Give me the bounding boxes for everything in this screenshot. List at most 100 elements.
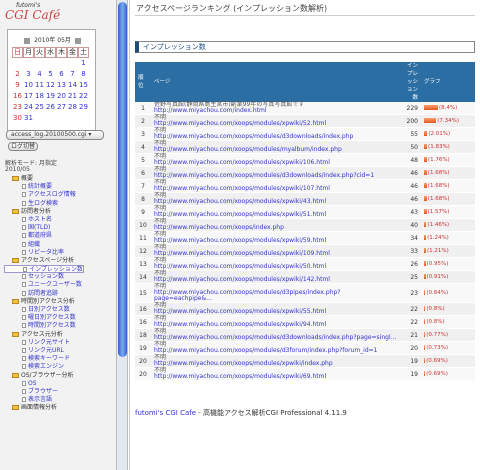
calendar-day[interactable]: 9: [12, 80, 23, 91]
calendar-day[interactable]: 6: [56, 69, 67, 80]
page-url-link[interactable]: http://www.miyachou.com/xoops/modules/xp…: [154, 251, 398, 257]
page-url-link[interactable]: http://www.miyachou.com/xoops/modules/xp…: [154, 238, 398, 244]
nav-item[interactable]: ホスト名: [4, 216, 114, 224]
page-url-link[interactable]: http://www.miyachou.com/xoops/modules/xp…: [154, 322, 398, 328]
nav-item[interactable]: ユニークユーザー数: [4, 281, 114, 289]
page-url-link[interactable]: http://www.miyachou.com/xoops/modules/d3…: [154, 173, 398, 179]
calendar-day[interactable]: 16: [12, 91, 23, 102]
calendar-day[interactable]: 26: [45, 102, 56, 113]
calendar-day[interactable]: 2: [12, 69, 23, 80]
count-cell: 20: [401, 341, 421, 355]
nav-item[interactable]: 日別アクセス数: [4, 306, 114, 314]
sidebar-scrollbar[interactable]: [116, 0, 128, 470]
calendar-day[interactable]: 30: [12, 113, 23, 124]
footer-link[interactable]: futomi's CGI Cafe: [135, 409, 196, 417]
nav-label: 表示言語: [28, 396, 53, 404]
calendar-day[interactable]: 24: [23, 102, 34, 113]
page-url-link[interactable]: http://www.miyachou.com/xoops/modules/xp…: [154, 212, 398, 218]
nav-item[interactable]: OS: [4, 380, 114, 388]
log-file-select[interactable]: access_log.20100500.cgi ▾: [6, 130, 104, 140]
page-url-link[interactable]: http://www.miyachou.com/xoops/modules/xp…: [154, 160, 398, 166]
rank-cell: 6: [135, 166, 151, 180]
nav-item[interactable]: 組織: [4, 241, 114, 249]
page-url-link[interactable]: http://www.miyachou.com/xoops/modules/xp…: [154, 374, 398, 380]
weekday-label: 火: [34, 47, 45, 58]
col-page: ページ: [151, 62, 401, 102]
page-cell: 佐野写真館(静岡県島主宮市)創業99年の写真写真館です http://www.mi…: [151, 102, 401, 115]
log-switch-button[interactable]: ログ切替: [8, 142, 38, 151]
calendar-day[interactable]: 19: [45, 91, 56, 102]
calendar-day[interactable]: 23: [12, 102, 23, 113]
nav-group: 概要: [4, 175, 114, 183]
calendar-day[interactable]: 14: [67, 80, 78, 91]
calendar-day[interactable]: 29: [78, 102, 89, 113]
calendar-day[interactable]: 12: [45, 80, 56, 91]
nav-label: OS: [28, 379, 37, 387]
page-url-link[interactable]: http://www.miyachou.com/xoops/modules/xp…: [154, 121, 398, 127]
calendar-day[interactable]: 25: [34, 102, 45, 113]
calendar-day[interactable]: 1: [78, 58, 89, 69]
calendar-day[interactable]: 17: [23, 91, 34, 102]
calendar-day[interactable]: 22: [78, 91, 89, 102]
nav-group: 時間別アクセス分析: [4, 298, 114, 306]
next-month-icon[interactable]: [74, 37, 81, 44]
page-url-link[interactable]: http://www.miyachou.com/xoops/modules/d3…: [154, 134, 398, 140]
page-url-link[interactable]: http://www.miyachou.com/xoops/modules/d3…: [154, 290, 398, 302]
nav-item[interactable]: 生ログ検索: [4, 200, 114, 208]
prev-month-icon[interactable]: [24, 37, 31, 44]
col-rank: 順位: [135, 62, 151, 102]
page-url-link[interactable]: http://www.miyachou.com/xoops/modules/xp…: [154, 361, 398, 367]
page-icon: [22, 282, 26, 288]
calendar-day[interactable]: 11: [34, 80, 45, 91]
nav-item[interactable]: 検索エンジン: [4, 363, 114, 371]
nav-item[interactable]: 時間別アクセス数: [4, 322, 114, 330]
page-url-link[interactable]: http://www.miyachou.com/xoops/modules/xp…: [154, 264, 398, 270]
page-url-link[interactable]: http://www.miyachou.com/xoops/modules/xp…: [154, 199, 398, 205]
logo[interactable]: CGI Café: [5, 8, 60, 22]
calendar-month[interactable]: 05月: [57, 37, 71, 44]
calendar-day[interactable]: 3: [23, 69, 34, 80]
page-cell: 不明 http://www.miyachou.com/xoops/modules/…: [151, 244, 401, 258]
scrollbar-thumb[interactable]: [118, 2, 127, 357]
nav-item[interactable]: リピータ比率: [4, 249, 114, 257]
calendar-day[interactable]: 27: [56, 102, 67, 113]
nav-item[interactable]: アクセスログ情報: [4, 191, 114, 199]
page-url-link[interactable]: http://www.miyachou.com/xoops/modules/d3…: [154, 335, 398, 341]
percent-label: (1.76%): [427, 157, 450, 163]
page-url-link[interactable]: http://www.miyachou.com/xoops/modules/xp…: [154, 309, 398, 315]
page-url-link[interactable]: http://www.miyachou.com/xoops/modules/my…: [154, 147, 398, 153]
rank-cell: 1: [135, 102, 151, 115]
page-url-link[interactable]: http://www.miyachou.com/xoops/modules/d3…: [154, 348, 398, 354]
calendar-day[interactable]: 5: [45, 69, 56, 80]
calendar-day[interactable]: 13: [56, 80, 67, 91]
nav-item[interactable]: 都道府県: [4, 232, 114, 240]
calendar-day[interactable]: 10: [23, 80, 34, 91]
bar-fill: [424, 131, 428, 136]
folder-icon: [12, 298, 19, 304]
nav-item[interactable]: 国(TLD): [4, 224, 114, 232]
calendar-day[interactable]: 20: [56, 91, 67, 102]
page-icon: [22, 364, 26, 370]
table-row: 14 不明 http://www.miyachou.com/xoops/module…: [135, 270, 475, 284]
calendar-day[interactable]: 8: [78, 69, 89, 80]
nav-item[interactable]: 訪問者追跡: [4, 290, 114, 298]
table-row: 8 不明 http://www.miyachou.com/xoops/modules…: [135, 192, 475, 206]
calendar-day[interactable]: 21: [67, 91, 78, 102]
page-url-link[interactable]: http://www.miyachou.com/xoops/index.php: [154, 225, 398, 231]
calendar-day[interactable]: 4: [34, 69, 45, 80]
nav-item[interactable]: ブラウザー: [4, 388, 114, 396]
page-url-link[interactable]: http://www.miyachou.com/xoops/modules/xp…: [154, 277, 398, 283]
graph-cell: (1.83%): [421, 140, 475, 154]
calendar-day[interactable]: 15: [78, 80, 89, 91]
page-cell: 不明 http://www.miyachou.com/xoops/modules/…: [151, 341, 401, 355]
calendar-day[interactable]: 7: [67, 69, 78, 80]
nav-item[interactable]: リンク元サイト: [4, 339, 114, 347]
calendar-day[interactable]: 28: [67, 102, 78, 113]
calendar-day[interactable]: 31: [23, 113, 34, 124]
page-url-link[interactable]: http://www.miyachou.com/index.html: [154, 108, 398, 114]
calendar-day[interactable]: 18: [34, 91, 45, 102]
nav-label: リンク元サイト: [28, 338, 71, 346]
nav-item[interactable]: リンク元URL: [4, 347, 114, 355]
percent-label: (0.91%): [426, 274, 449, 280]
page-url-link[interactable]: http://www.miyachou.com/xoops/modules/xp…: [154, 186, 398, 192]
